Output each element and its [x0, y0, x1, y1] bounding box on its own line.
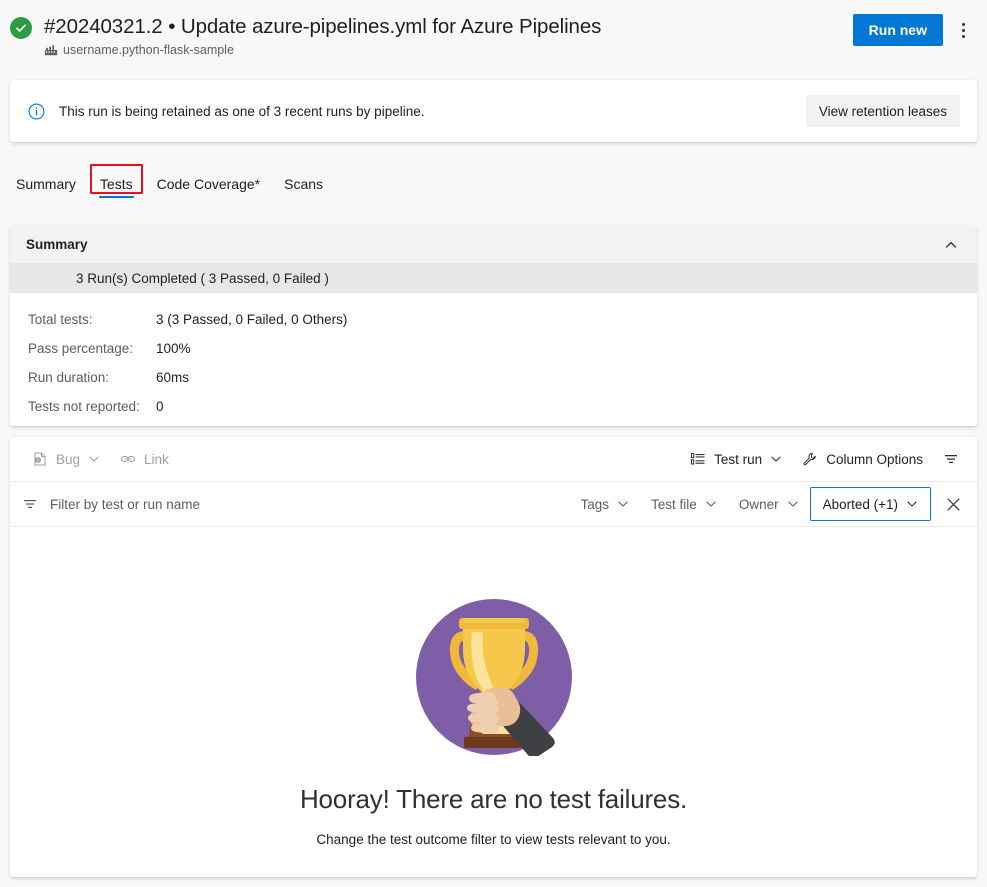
- search-input[interactable]: [48, 495, 378, 513]
- chevron-up-icon[interactable]: [943, 237, 959, 253]
- run-completed-line: 3 Run(s) Completed ( 3 Passed, 0 Failed …: [10, 263, 977, 293]
- tab-tests[interactable]: Tests: [89, 164, 143, 204]
- results-card: Bug Link Test run Column Options Filter …: [10, 437, 977, 877]
- empty-state-title: Hooray! There are no test failures.: [299, 784, 688, 814]
- more-vertical-icon[interactable]: [947, 14, 979, 46]
- bug-button[interactable]: Bug: [22, 443, 110, 475]
- stat-label: Pass percentage:: [28, 341, 134, 356]
- run-new-button[interactable]: Run new: [852, 14, 943, 46]
- tab-scans[interactable]: Scans: [276, 166, 331, 204]
- outcome-filter[interactable]: Aborted (+1): [809, 487, 931, 521]
- bug-icon: [32, 451, 48, 467]
- stat-label: Tests not reported:: [28, 399, 140, 414]
- chevron-down-icon: [89, 456, 99, 462]
- filter-label: Tags: [580, 496, 610, 512]
- tags-filter[interactable]: Tags: [570, 488, 641, 520]
- summary-card: Summary 3 Run(s) Completed ( 3 Passed, 0…: [10, 226, 977, 426]
- column-options-label: Column Options: [826, 451, 923, 467]
- header-actions: Run new: [852, 14, 979, 46]
- trophy-in-hand-illustration: [415, 598, 573, 759]
- filter-label: Owner: [738, 496, 779, 512]
- test-results-page: #20240321.2 • Update azure-pipelines.yml…: [0, 0, 987, 887]
- tab-summary[interactable]: Summary: [8, 166, 84, 204]
- retention-banner: This run is being retained as one of 3 r…: [10, 80, 977, 142]
- stat-row: Pass percentage: 100%: [28, 334, 977, 363]
- close-icon[interactable]: [937, 488, 969, 520]
- info-circle-icon: [28, 103, 45, 120]
- grouping-button[interactable]: Test run: [680, 443, 792, 475]
- chevron-down-icon: [618, 501, 628, 507]
- tab-label: Tests: [99, 176, 133, 192]
- owner-filter[interactable]: Owner: [728, 488, 810, 520]
- grouping-label: Test run: [714, 451, 763, 467]
- wrench-icon: [802, 451, 818, 467]
- bug-label: Bug: [56, 451, 81, 467]
- chevron-down-icon: [771, 456, 781, 462]
- stat-label: Run duration:: [28, 370, 110, 385]
- filter-icon: [943, 451, 959, 467]
- tab-label: Scans: [284, 176, 324, 192]
- stat-value: 3 (3 Passed, 0 Failed, 0 Others): [156, 312, 348, 327]
- empty-state: Hooray! There are no test failures. Chan…: [10, 528, 977, 877]
- link-label: Link: [144, 451, 169, 467]
- chevron-down-icon: [907, 501, 917, 507]
- summary-stats: Total tests: 3 (3 Passed, 0 Failed, 0 Ot…: [10, 293, 977, 421]
- filter-label: Test file: [651, 496, 697, 512]
- empty-state-subtitle: Change the test outcome filter to view t…: [316, 832, 671, 847]
- header-left: #20240321.2 • Update azure-pipelines.yml…: [0, 0, 601, 57]
- stat-label: Total tests:: [28, 312, 93, 327]
- stat-value: 0: [156, 399, 164, 414]
- summary-title: Summary: [26, 237, 88, 252]
- stat-value: 60ms: [156, 370, 190, 385]
- filter-label: Aborted (+1): [822, 496, 898, 512]
- page-header: #20240321.2 • Update azure-pipelines.yml…: [0, 0, 987, 66]
- tab-label: Summary: [16, 176, 76, 192]
- check-circle-icon: [10, 17, 32, 39]
- stat-row: Total tests: 3 (3 Passed, 0 Failed, 0 Ot…: [28, 305, 977, 334]
- filter-toggle-button[interactable]: [933, 443, 969, 475]
- filter-icon: [22, 496, 38, 512]
- link-icon: [120, 451, 136, 467]
- pipeline-name: username.python-flask-sample: [63, 43, 234, 57]
- chevron-down-icon: [706, 501, 716, 507]
- view-retention-leases-button[interactable]: View retention leases: [805, 95, 960, 127]
- link-button[interactable]: Link: [110, 443, 179, 475]
- tab-selected-indicator: [98, 196, 134, 198]
- pipeline-icon: [44, 43, 58, 57]
- summary-header[interactable]: Summary: [10, 226, 977, 263]
- tab-code-coverage[interactable]: Code Coverage*: [149, 166, 269, 204]
- pipeline-breadcrumb[interactable]: username.python-flask-sample: [44, 43, 601, 57]
- test-file-filter[interactable]: Test file: [640, 488, 728, 520]
- filter-bar: Tags Test file Owner Aborted (+1): [10, 482, 977, 527]
- search-area: [22, 495, 570, 513]
- chevron-down-icon: [788, 501, 798, 507]
- stat-row: Tests not reported: 0: [28, 392, 977, 421]
- header-text: #20240321.2 • Update azure-pipelines.yml…: [44, 14, 601, 57]
- stat-row: Run duration: 60ms: [28, 363, 977, 392]
- results-toolbar: Bug Link Test run Column Options: [10, 437, 977, 482]
- tab-label: Code Coverage*: [156, 176, 261, 192]
- list-group-icon: [690, 451, 706, 467]
- retention-message: This run is being retained as one of 3 r…: [59, 103, 425, 119]
- column-options-button[interactable]: Column Options: [792, 443, 933, 475]
- tab-bar: Summary Tests Code Coverage* Scans: [0, 164, 987, 206]
- page-title: #20240321.2 • Update azure-pipelines.yml…: [44, 15, 602, 38]
- stat-value: 100%: [156, 341, 191, 356]
